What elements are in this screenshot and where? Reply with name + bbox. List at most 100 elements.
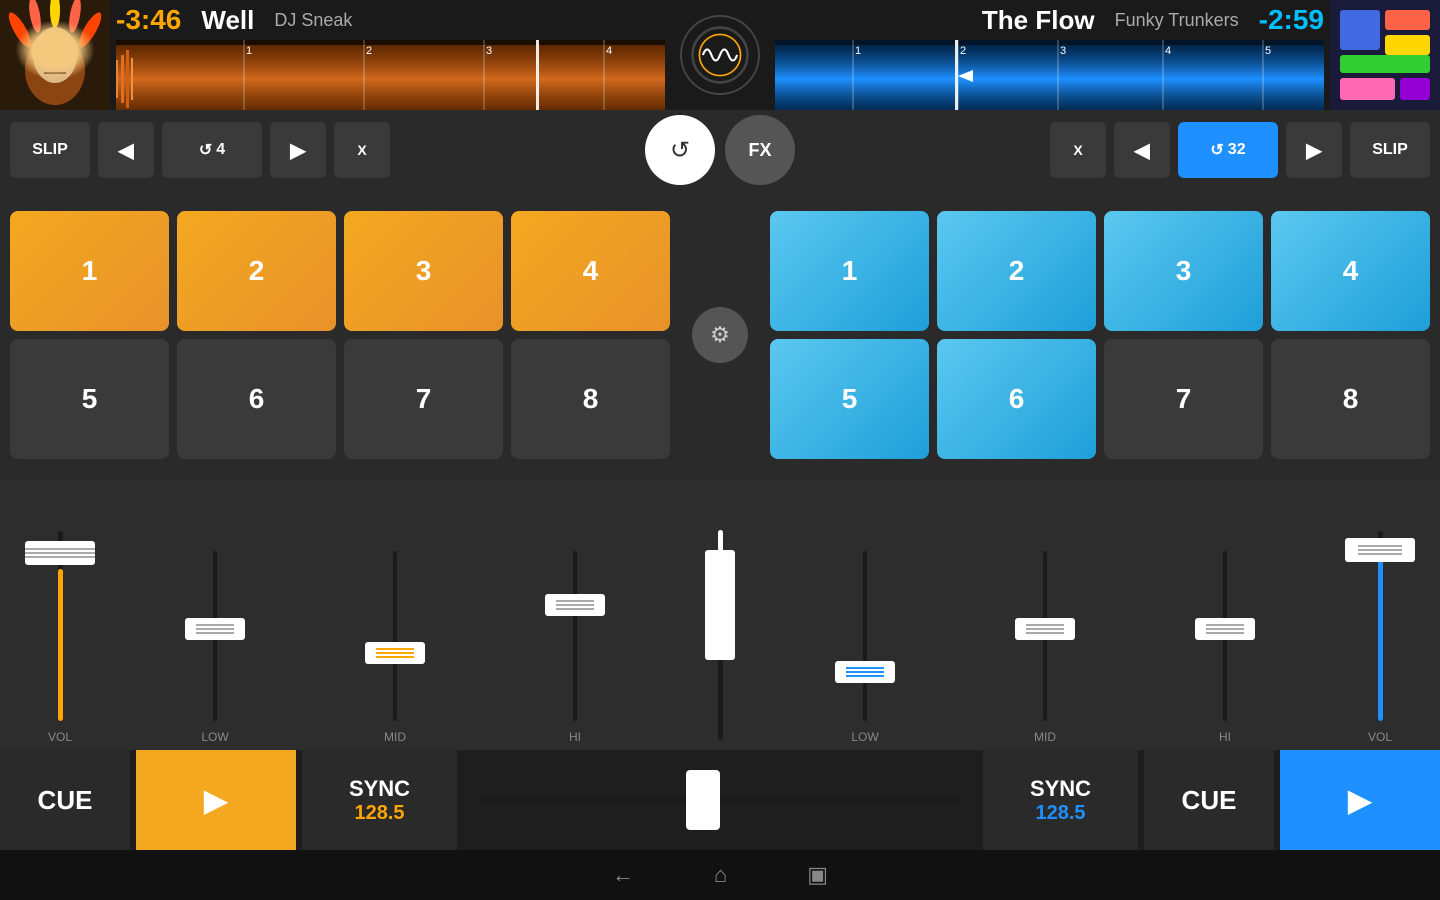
loop-icon-right: ↺ xyxy=(1210,140,1223,160)
left-x-button[interactable]: X xyxy=(334,122,390,178)
right-timer: -2:59 xyxy=(1259,4,1324,36)
right-pad-1[interactable]: 1 xyxy=(770,211,929,331)
left-waveform[interactable]: 1 2 3 4 xyxy=(116,40,665,110)
reset-button[interactable]: ↺ xyxy=(645,115,715,185)
left-low-label: LOW xyxy=(201,730,228,744)
right-mid-fader[interactable] xyxy=(1015,618,1075,640)
home-button[interactable]: ⌂ xyxy=(714,862,727,888)
right-pad-4[interactable]: 4 xyxy=(1271,211,1430,331)
svg-text:4: 4 xyxy=(606,45,612,57)
right-pad-5[interactable]: 5 xyxy=(770,339,929,459)
svg-text:5: 5 xyxy=(1265,45,1271,57)
right-pad-3[interactable]: 3 xyxy=(1104,211,1263,331)
svg-text:3: 3 xyxy=(486,45,492,57)
left-sync-label: SYNC xyxy=(349,776,410,802)
right-hi-label: HI xyxy=(1219,730,1231,744)
recent-button[interactable]: ▣ xyxy=(807,862,828,888)
right-prev-button[interactable]: ◀ xyxy=(1114,122,1170,178)
svg-text:2: 2 xyxy=(960,45,966,57)
svg-text:1: 1 xyxy=(855,45,861,57)
right-low-label: LOW xyxy=(851,730,878,744)
crossfader[interactable] xyxy=(705,550,735,660)
right-pad-6[interactable]: 6 xyxy=(937,339,1096,459)
left-next-button[interactable]: ▶ xyxy=(270,122,326,178)
back-button[interactable]: ← xyxy=(612,862,634,888)
right-sync-bpm: 128.5 xyxy=(1035,802,1085,825)
left-low-fader[interactable] xyxy=(185,618,245,640)
right-sync-button[interactable]: SYNC 128.5 xyxy=(983,750,1138,850)
album-art-right xyxy=(1330,0,1440,110)
left-track-title: Well xyxy=(201,5,254,36)
left-sync-button[interactable]: SYNC 128.5 xyxy=(302,750,457,850)
left-timer: -3:46 xyxy=(116,4,181,36)
right-play-button[interactable]: ▶ xyxy=(1280,750,1440,850)
left-pad-2[interactable]: 2 xyxy=(177,211,336,331)
pitch-fader[interactable] xyxy=(686,770,720,830)
top-bar: -3:46 Well DJ Sneak xyxy=(0,0,1440,110)
left-play-button[interactable]: ▶ xyxy=(136,750,296,850)
left-cue-button[interactable]: CUE xyxy=(0,750,130,850)
loop-icon-left: ↺ xyxy=(199,140,212,160)
right-mid-label: MID xyxy=(1034,730,1056,744)
right-sync-label: SYNC xyxy=(1030,776,1091,802)
left-pad-6[interactable]: 6 xyxy=(177,339,336,459)
left-loop-value: 4 xyxy=(216,141,225,159)
pitch-fader-container xyxy=(463,750,977,850)
left-pad-8[interactable]: 8 xyxy=(511,339,670,459)
right-loop-button[interactable]: ↺ 32 xyxy=(1178,122,1278,178)
mixer-area: VOL LOW MID xyxy=(0,480,1440,750)
left-sync-bpm: 128.5 xyxy=(354,802,404,825)
left-pads: 1 2 3 4 5 6 7 8 xyxy=(10,211,670,459)
right-track-title: The Flow xyxy=(982,5,1095,36)
left-loop-button[interactable]: ↺ 4 xyxy=(162,122,262,178)
svg-text:1: 1 xyxy=(246,45,252,57)
left-track-artist: DJ Sneak xyxy=(274,10,352,31)
gear-button[interactable]: ⚙ xyxy=(692,307,748,363)
left-hi-fader[interactable] xyxy=(545,594,605,616)
right-vol-fader[interactable] xyxy=(1345,538,1415,562)
left-vol-fader[interactable] xyxy=(25,541,95,565)
right-x-button[interactable]: X xyxy=(1050,122,1106,178)
left-mid-label: MID xyxy=(384,730,406,744)
bottom-controls: CUE ▶ SYNC 128.5 SYNC 128.5 CUE ▶ xyxy=(0,750,1440,850)
left-pad-1[interactable]: 1 xyxy=(10,211,169,331)
left-play-icon: ▶ xyxy=(204,781,229,819)
controls-area: SLIP ◀ ↺ 4 ▶ X ↺ FX X ◀ ↺ 32 ▶ SLIP xyxy=(0,110,1440,190)
right-pad-8[interactable]: 8 xyxy=(1271,339,1430,459)
right-slip-button[interactable]: SLIP xyxy=(1350,122,1430,178)
reset-icon: ↺ xyxy=(670,136,690,165)
left-pad-3[interactable]: 3 xyxy=(344,211,503,331)
right-next-button[interactable]: ▶ xyxy=(1286,122,1342,178)
album-art-left xyxy=(0,0,110,110)
right-cue-button[interactable]: CUE xyxy=(1144,750,1274,850)
left-mid-fader[interactable] xyxy=(365,642,425,664)
right-pad-7[interactable]: 7 xyxy=(1104,339,1263,459)
right-hi-fader[interactable] xyxy=(1195,618,1255,640)
left-pad-5[interactable]: 5 xyxy=(10,339,169,459)
svg-text:4: 4 xyxy=(1165,45,1171,57)
svg-text:3: 3 xyxy=(1060,45,1066,57)
left-prev-button[interactable]: ◀ xyxy=(98,122,154,178)
pitch-fader-track xyxy=(483,797,957,803)
pads-center: ⚙ xyxy=(680,307,760,363)
svg-text:2: 2 xyxy=(366,45,372,57)
left-slip-button[interactable]: SLIP xyxy=(10,122,90,178)
right-waveform[interactable]: 1 2 3 4 5 6 xyxy=(775,40,1324,110)
right-track-artist: Funky Trunkers xyxy=(1115,10,1239,31)
pads-area: 1 2 3 4 5 6 7 8 ⚙ 1 2 3 4 5 6 7 8 xyxy=(0,190,1440,480)
center-logo xyxy=(680,15,760,95)
left-vol-label: VOL xyxy=(48,730,72,744)
right-vol-label: VOL xyxy=(1368,730,1392,744)
right-pad-2[interactable]: 2 xyxy=(937,211,1096,331)
fx-button[interactable]: FX xyxy=(725,115,795,185)
right-play-icon: ▶ xyxy=(1348,781,1373,819)
left-pad-4[interactable]: 4 xyxy=(511,211,670,331)
android-nav-bar: ← ⌂ ▣ xyxy=(0,850,1440,900)
center-transport-controls: ↺ FX xyxy=(645,115,795,185)
right-pads: 1 2 3 4 5 6 7 8 xyxy=(770,211,1430,459)
left-hi-label: HI xyxy=(569,730,581,744)
right-low-fader[interactable] xyxy=(835,661,895,683)
gear-icon: ⚙ xyxy=(710,322,730,348)
right-loop-value: 32 xyxy=(1228,141,1246,159)
left-pad-7[interactable]: 7 xyxy=(344,339,503,459)
